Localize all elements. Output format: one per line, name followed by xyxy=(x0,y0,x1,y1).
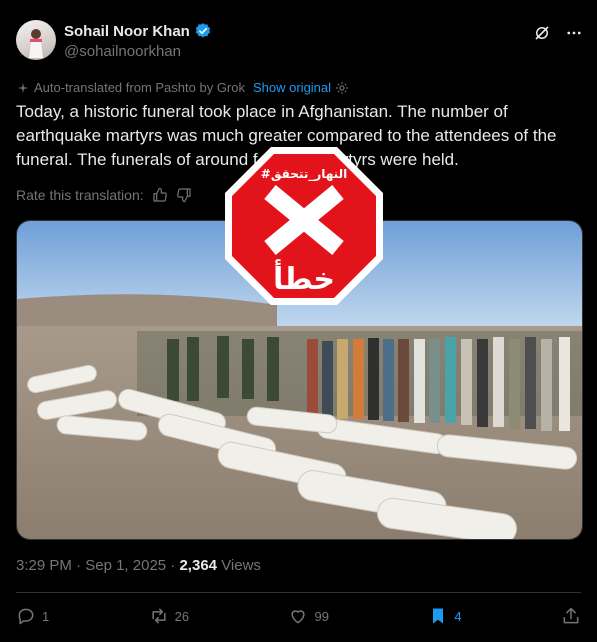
tweet-top-actions xyxy=(533,24,583,42)
views-label: Views xyxy=(221,557,261,574)
share-button[interactable] xyxy=(561,606,581,626)
tweet-date[interactable]: Sep 1, 2025 xyxy=(85,557,166,574)
rate-label: Rate this translation: xyxy=(16,187,144,203)
stamp-verdict: خطأ xyxy=(273,259,335,297)
repost-icon xyxy=(152,608,166,624)
reply-count: 1 xyxy=(42,608,50,624)
rate-translation: Rate this translation: xyxy=(16,187,192,203)
like-count: 99 xyxy=(314,608,329,624)
author-handle[interactable]: @sohailnoorkhan xyxy=(64,43,181,60)
author-name[interactable]: Sohail Noor Khan xyxy=(64,23,190,40)
translate-icon xyxy=(17,82,29,93)
tweet-time[interactable]: 3:29 PM xyxy=(16,557,72,574)
divider xyxy=(16,592,581,593)
views-count: 2,364 xyxy=(179,557,218,574)
more-icon[interactable] xyxy=(565,24,583,42)
stamp-tag: #النهار_تتحقق xyxy=(261,167,347,182)
grok-icon[interactable] xyxy=(533,24,551,42)
translation-note-text: Auto-translated from Pashto by Grok xyxy=(34,80,245,95)
thumbs-down-icon[interactable] xyxy=(176,187,192,203)
meta-separator: · xyxy=(76,557,86,574)
bookmark-icon xyxy=(433,608,444,624)
repost-button[interactable]: 26 xyxy=(149,606,189,626)
avatar-figure xyxy=(29,29,43,58)
repost-count: 26 xyxy=(174,608,190,624)
reply-button[interactable]: 1 xyxy=(16,606,49,626)
avatar[interactable] xyxy=(16,20,56,60)
author-name-row[interactable]: Sohail Noor Khan xyxy=(64,22,212,40)
like-icon xyxy=(291,610,306,624)
like-button[interactable]: 99 xyxy=(288,606,329,626)
verified-badge-icon xyxy=(195,23,211,38)
tweet-meta: 3:29 PM · Sep 1, 2025 · 2,364 Views xyxy=(16,557,261,574)
tweet-actions: 1 26 99 4 xyxy=(16,606,581,626)
thumbs-up-icon[interactable] xyxy=(152,187,168,203)
false-stamp: #النهار_تتحقق خطأ xyxy=(225,147,383,305)
bookmark-count: 4 xyxy=(454,608,462,624)
bookmark-button[interactable]: 4 xyxy=(428,606,462,626)
show-original-link[interactable]: Show original xyxy=(253,80,331,95)
reply-icon xyxy=(18,608,34,625)
translation-note: Auto-translated from Pashto by Grok Show… xyxy=(16,80,349,95)
settings-icon[interactable] xyxy=(335,81,349,95)
share-icon xyxy=(563,607,579,624)
